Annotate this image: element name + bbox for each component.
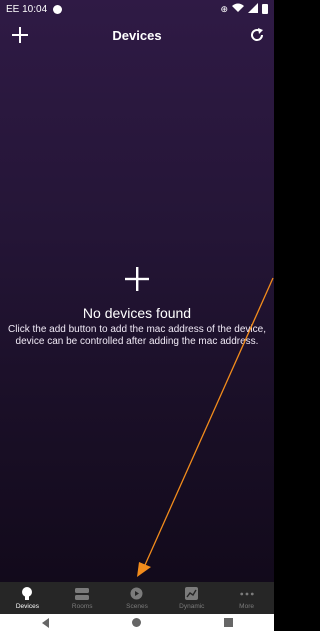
back-icon[interactable] (41, 617, 49, 628)
refresh-button[interactable] (246, 24, 268, 46)
bottom-tab-bar: Devices Rooms Scenes Dynamic More (0, 582, 274, 614)
rooms-icon (75, 587, 90, 601)
wifi-icon (232, 3, 244, 15)
status-time: EE 10:04 (6, 3, 48, 15)
empty-state: No devices found Click the add button to… (0, 265, 274, 348)
refresh-icon (251, 28, 264, 41)
page-title: Devices (112, 28, 162, 43)
tab-label: More (239, 602, 254, 610)
battery-icon (262, 4, 268, 14)
dynamic-chart-icon (185, 587, 199, 601)
data-saver-icon: ⊕ (220, 3, 228, 14)
app-screen: EE 10:04 ⊕ Devices No devices found Clic… (0, 0, 274, 582)
tab-devices[interactable]: Devices (0, 582, 55, 614)
tab-label: Scenes (126, 602, 148, 610)
notification-dot-icon (53, 4, 63, 14)
tab-more[interactable]: More (219, 582, 274, 614)
play-circle-icon (130, 587, 144, 601)
status-bar: EE 10:04 ⊕ (0, 0, 274, 18)
more-dots-icon (239, 587, 254, 601)
status-left: EE 10:04 (6, 3, 63, 15)
signal-icon (248, 3, 258, 15)
status-right: ⊕ (220, 3, 268, 15)
recent-apps-icon[interactable] (223, 618, 233, 627)
tab-scenes[interactable]: Scenes (110, 582, 165, 614)
system-nav-bar (0, 614, 274, 631)
home-icon[interactable] (131, 618, 141, 627)
add-plus-icon[interactable] (123, 265, 151, 293)
app-bar: Devices (0, 18, 274, 52)
tab-rooms[interactable]: Rooms (55, 582, 110, 614)
tab-dynamic[interactable]: Dynamic (164, 582, 219, 614)
empty-description: Click the add button to add the mac addr… (8, 324, 266, 347)
tab-label: Rooms (71, 602, 93, 610)
lightbulb-icon (20, 586, 34, 601)
empty-title: No devices found (82, 305, 192, 321)
tab-label: Devices (15, 602, 39, 610)
tab-label: Dynamic (179, 602, 205, 610)
